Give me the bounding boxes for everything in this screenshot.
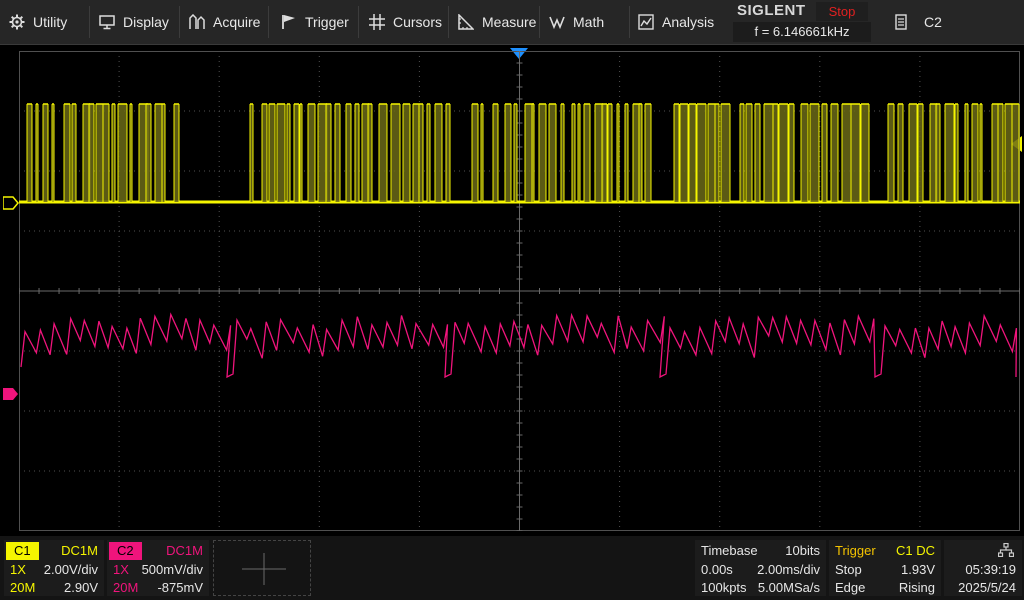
trigger-level: 1.93V bbox=[901, 562, 935, 577]
flag-icon bbox=[281, 14, 297, 30]
menu-cursors-label: Cursors bbox=[393, 14, 443, 30]
menu-trigger-label: Trigger bbox=[305, 14, 349, 30]
menu-display[interactable]: Display bbox=[99, 0, 169, 44]
timebase-bits: 10bits bbox=[785, 543, 820, 558]
analysis-icon bbox=[638, 14, 654, 30]
ch2-scale: 500mV/div bbox=[141, 562, 203, 577]
cursor-cross-icon bbox=[369, 14, 385, 30]
timebase-sample-rate: 5.00MSa/s bbox=[757, 580, 820, 595]
clock-time: 05:39:19 bbox=[965, 562, 1016, 577]
acquire-icon bbox=[189, 14, 205, 30]
add-channel-button[interactable] bbox=[213, 540, 311, 596]
menu-measure[interactable]: Measure bbox=[458, 0, 536, 44]
ruler-icon bbox=[458, 14, 474, 30]
plus-icon bbox=[242, 553, 286, 585]
ch2-waveform bbox=[20, 312, 1018, 379]
frequency-counter: f = 6.146661kHz bbox=[733, 22, 871, 42]
brand-status: SIGLENT Stop f = 6.146661kHz bbox=[733, 0, 871, 44]
ch1-probe: 1X bbox=[10, 562, 26, 577]
timebase-panel[interactable]: Timebase 10bits 0.00s 2.00ms/div 100kpts… bbox=[695, 540, 826, 596]
menu-divider bbox=[268, 6, 269, 38]
menu-measure-label: Measure bbox=[482, 14, 537, 30]
menu-cursors[interactable]: Cursors bbox=[369, 0, 442, 44]
menu-math[interactable]: Math bbox=[549, 0, 604, 44]
ch2-label: C2 bbox=[109, 542, 142, 560]
clock-panel: 05:39:19 2025/5/24 bbox=[944, 540, 1022, 596]
ch2-settings-panel[interactable]: C2 DC1M 1X 500mV/div 20M -875mV bbox=[107, 540, 209, 596]
menu-acquire[interactable]: Acquire bbox=[189, 0, 260, 44]
trigger-panel[interactable]: Trigger C1 DC Stop 1.93V Edge Rising bbox=[829, 540, 941, 596]
trigger-state: Stop bbox=[835, 562, 862, 577]
ch1-label: C1 bbox=[6, 542, 39, 560]
menu-divider bbox=[89, 6, 90, 38]
ch2-offset-marker[interactable] bbox=[3, 387, 19, 401]
menu-divider bbox=[179, 6, 180, 38]
ch2-coupling: DC1M bbox=[166, 543, 203, 558]
menu-divider bbox=[358, 6, 359, 38]
trigger-slope: Rising bbox=[898, 580, 935, 595]
timebase-delay: 0.00s bbox=[701, 562, 733, 577]
gear-icon bbox=[9, 14, 25, 30]
trigger-type: Edge bbox=[835, 580, 866, 595]
ch1-coupling: DC1M bbox=[61, 543, 98, 558]
ch1-scale: 2.00V/div bbox=[43, 562, 98, 577]
trigger-source: C1 DC bbox=[895, 543, 935, 558]
waveform-canvas bbox=[19, 51, 1020, 531]
menu-acquire-label: Acquire bbox=[213, 14, 261, 30]
ch2-probe: 1X bbox=[113, 562, 129, 577]
monitor-icon bbox=[99, 14, 115, 30]
timebase-points: 100kpts bbox=[701, 580, 747, 595]
menu-utility[interactable]: Utility bbox=[9, 0, 67, 44]
ch1-offset-marker[interactable] bbox=[3, 196, 19, 210]
math-icon bbox=[549, 14, 565, 30]
ch2-bandwidth: 20M bbox=[113, 580, 139, 595]
channel-selector[interactable]: C2 bbox=[884, 0, 1024, 44]
brand-logo: SIGLENT bbox=[737, 2, 806, 19]
waveform-display[interactable] bbox=[19, 51, 1020, 531]
network-icon bbox=[998, 543, 1014, 557]
channel-selector-label: C2 bbox=[924, 14, 942, 30]
ch2-offset: -875mV bbox=[157, 580, 203, 595]
document-icon bbox=[894, 14, 908, 30]
ch1-bandwidth: 20M bbox=[10, 580, 36, 595]
trigger-title: Trigger bbox=[835, 543, 876, 558]
timebase-title: Timebase bbox=[701, 543, 758, 558]
clock-date: 2025/5/24 bbox=[958, 580, 1016, 595]
menu-bar: Utility Display Acquire Trigger Cursors … bbox=[0, 0, 1024, 45]
menu-utility-label: Utility bbox=[33, 14, 68, 30]
run-stop-indicator[interactable]: Stop bbox=[816, 2, 868, 21]
menu-analysis[interactable]: Analysis bbox=[638, 0, 714, 44]
timebase-scale: 2.00ms/div bbox=[757, 562, 820, 577]
status-bar: C1 DC1M 1X 2.00V/div 20M 2.90V C2 DC1M 1… bbox=[0, 536, 1024, 600]
menu-divider bbox=[448, 6, 449, 38]
menu-divider bbox=[629, 6, 630, 38]
menu-analysis-label: Analysis bbox=[662, 14, 715, 30]
graticule bbox=[19, 51, 1020, 531]
menu-math-label: Math bbox=[573, 14, 605, 30]
menu-trigger[interactable]: Trigger bbox=[281, 0, 349, 44]
menu-divider bbox=[539, 6, 540, 38]
ch1-offset: 2.90V bbox=[64, 580, 98, 595]
ch1-settings-panel[interactable]: C1 DC1M 1X 2.00V/div 20M 2.90V bbox=[4, 540, 104, 596]
menu-display-label: Display bbox=[123, 14, 169, 30]
